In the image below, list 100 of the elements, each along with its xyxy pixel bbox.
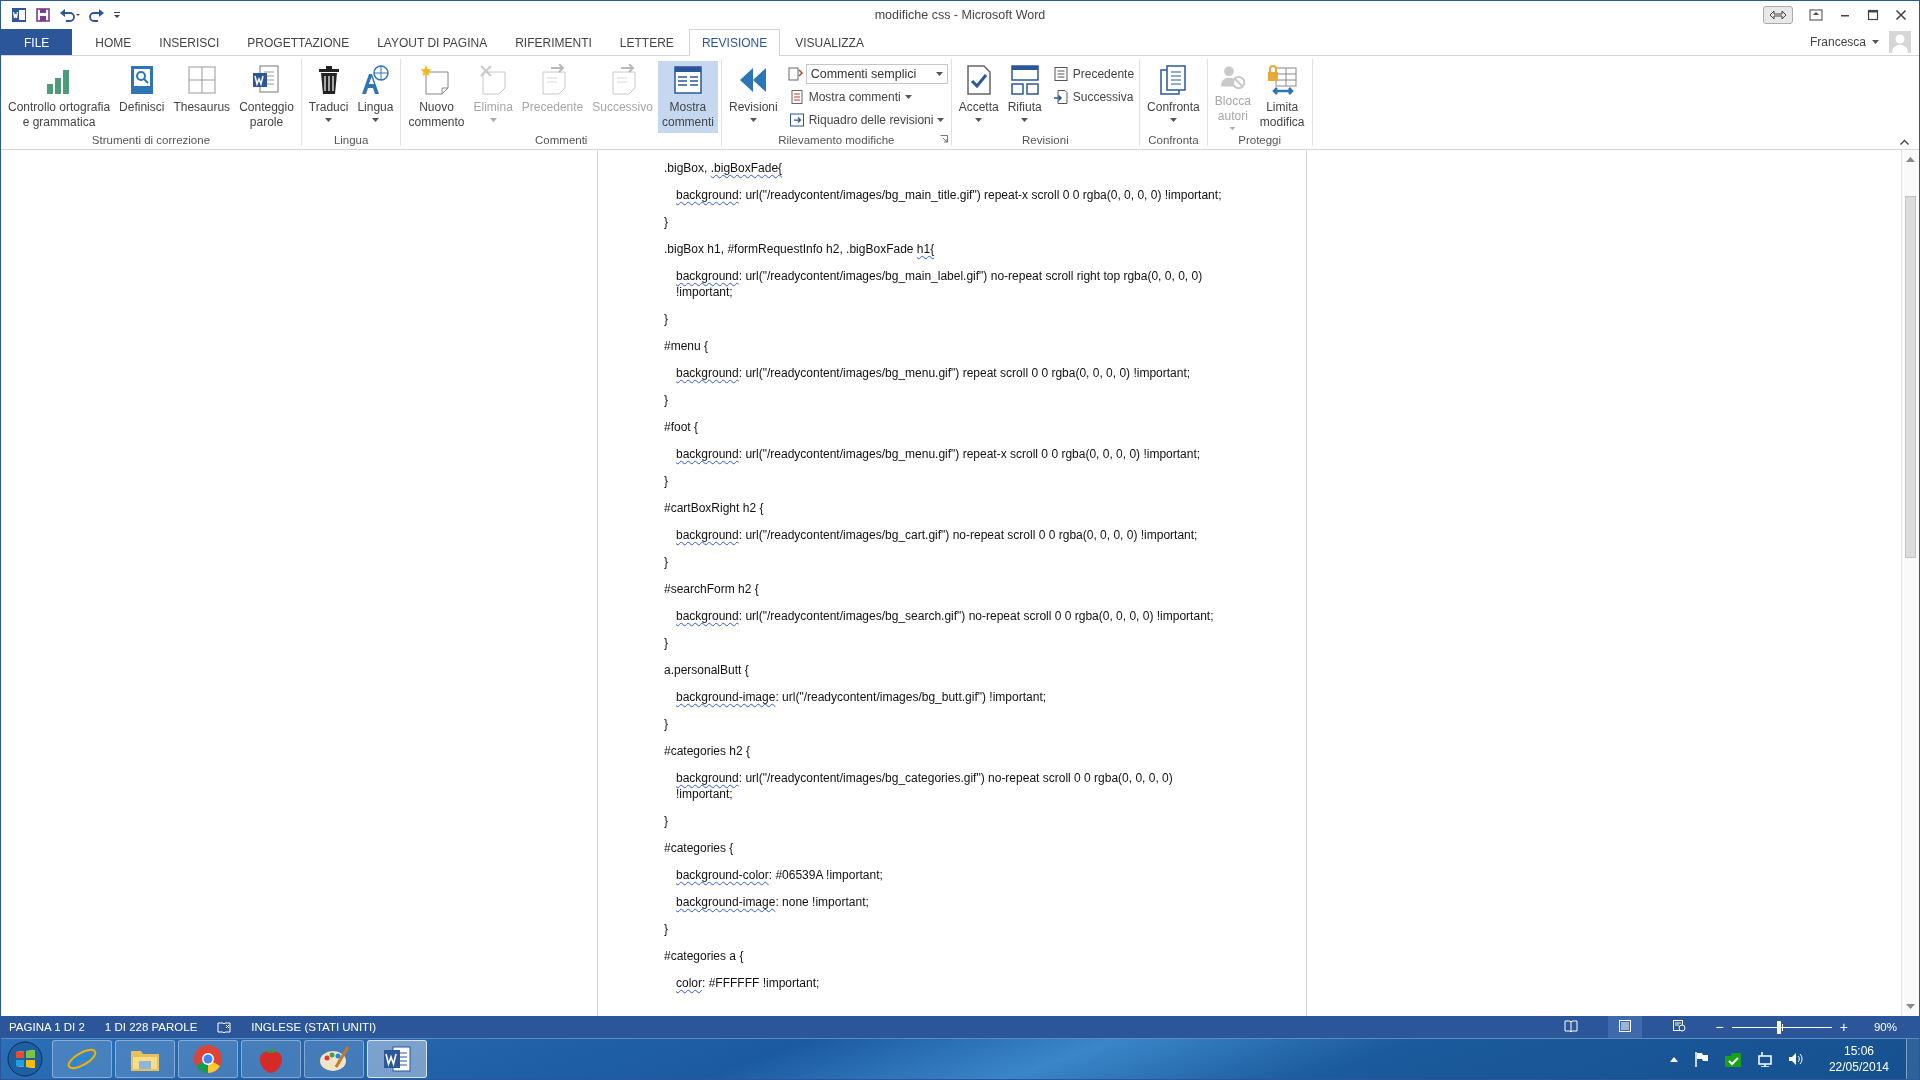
document-paragraph: background-color: #06539A !important; [675, 867, 884, 883]
ribbon-tab[interactable]: VISUALIZZA [782, 29, 877, 55]
tray-expand-icon[interactable] [1669, 1056, 1678, 1062]
document-paragraph: #searchForm h2 { [664, 581, 760, 597]
group-label: Confronta [1148, 133, 1199, 146]
ribbon-button[interactable]: Rifiuta [1003, 61, 1046, 133]
ribbon-options-icon[interactable] [1809, 9, 1823, 21]
zoom-out-button[interactable]: − [1715, 1019, 1724, 1035]
ribbon-button[interactable]: Traduci [304, 61, 353, 133]
document-paragraph: background: url("/readycontent/images/bg_categories.gif") no-repeat scroll 0 0 rgba(0, 0, 0, 0) !important; [675, 770, 1174, 802]
group-label: Commenti [535, 133, 588, 146]
letter-globe-icon [359, 64, 392, 96]
document-paragraph: } [664, 921, 669, 937]
touch-mode-button[interactable] [1763, 6, 1793, 24]
network-icon[interactable] [1756, 1051, 1773, 1067]
ribbon-small-button[interactable]: Successiva [1050, 87, 1137, 107]
group-label: Proteggi [1238, 133, 1282, 146]
ribbon-button[interactable]: Nuovo commento [404, 61, 469, 133]
group-label: Lingua [333, 133, 369, 146]
caret-icon [1229, 126, 1237, 130]
ribbon-tab[interactable]: REVISIONE [688, 29, 781, 56]
group-label: Revisioni [1022, 133, 1069, 146]
clock-time[interactable]: 15:06 [1843, 1044, 1874, 1058]
ribbon-small-button[interactable]: Precedente [1050, 64, 1137, 84]
taskbar-app-button[interactable] [115, 1040, 175, 1078]
scroll-thumb[interactable] [1905, 196, 1916, 558]
user-name[interactable]: Francesca [1809, 35, 1866, 49]
ribbon-tab[interactable]: RIFERIMENTI [502, 29, 605, 55]
customize-caret-icon[interactable] [113, 10, 121, 20]
ribbon-button[interactable]: Lingua [353, 61, 398, 133]
save-icon[interactable] [35, 7, 51, 23]
ribbon-button[interactable]: Definisci [115, 61, 169, 133]
ribbon-button[interactable]: Confronta [1143, 61, 1204, 133]
document-paragraph: } [664, 813, 669, 829]
ribbon-small-button[interactable]: Mostra commenti [786, 87, 948, 107]
ribbon-button[interactable]: Accetta [954, 61, 1003, 133]
resize-arrows-icon [1768, 10, 1788, 20]
document-paragraph: #foot { [664, 419, 700, 435]
group-label: Strumenti di correzione [91, 133, 211, 146]
caret-icon [1169, 118, 1177, 122]
document-paragraph: #categories h2 { [664, 743, 752, 759]
document-paragraph: background: url("/readycontent/images/bg_search.gif") no-repeat scroll 0 0 rgba(0, 0, 0, 0) !important; [675, 608, 1215, 624]
ribbon-button[interactable]: Revisioni [724, 61, 782, 133]
zoom-slider-thumb[interactable] [1776, 1020, 1781, 1034]
start-orb-icon[interactable] [7, 1041, 43, 1077]
caret-icon [749, 118, 757, 122]
ribbon-small-button[interactable]: Riquadro delle revisioni [786, 110, 948, 130]
book-view-icon [1563, 1019, 1578, 1032]
document-paragraph: } [664, 716, 669, 732]
volume-icon[interactable] [1787, 1051, 1804, 1067]
ribbon-button[interactable]: Limita modifica [1255, 61, 1309, 133]
ribbon-button[interactable]: Controllo ortografia e grammatica [4, 61, 115, 133]
clock-date[interactable]: 22/05/2014 [1828, 1060, 1889, 1074]
taskbar-app-button[interactable] [178, 1040, 238, 1078]
ribbon-tab[interactable]: LAYOUT DI PAGINA [364, 29, 501, 55]
page-count[interactable]: PAGINA 1 DI 2 [9, 1021, 85, 1033]
web-view-icon [1671, 1019, 1686, 1032]
document-paragraph: #menu { [664, 338, 710, 354]
taskbar-app-button[interactable] [367, 1040, 427, 1078]
word-logo-icon[interactable] [11, 7, 27, 23]
document-paragraph: } [664, 214, 669, 230]
caret-icon [975, 118, 983, 122]
language-indicator[interactable]: INGLESE (STATI UNITI) [251, 1021, 377, 1033]
lock-table-icon [1266, 64, 1299, 96]
document-paragraph: } [664, 635, 669, 651]
close-icon[interactable] [1895, 9, 1907, 21]
vertical-scrollbar[interactable] [1901, 150, 1919, 1016]
flag-icon[interactable] [1692, 1051, 1709, 1067]
group-label: Rilevamento modifiche [778, 133, 895, 146]
ribbon-button[interactable]: Mostra commenti [657, 61, 718, 133]
collapse-ribbon-icon[interactable] [1900, 139, 1909, 145]
taskbar-app-button[interactable] [304, 1040, 364, 1078]
ribbon-tab[interactable]: LETTERE [606, 29, 687, 55]
scroll-down-icon[interactable] [1906, 1004, 1915, 1010]
document-paragraph: #categories { [664, 840, 735, 856]
dialog-launcher-icon[interactable] [939, 135, 948, 143]
zoom-in-button[interactable]: + [1839, 1019, 1848, 1035]
document-paragraph: } [664, 554, 669, 570]
grid-icon [185, 64, 218, 96]
caret-icon[interactable] [1872, 40, 1879, 44]
ribbon-tab[interactable]: INSERISCI [146, 29, 233, 55]
scroll-up-icon[interactable] [1906, 156, 1915, 162]
document-paragraph: #categories a { [664, 948, 745, 964]
markup-dropdown[interactable]: Commenti semplici [805, 64, 948, 84]
undo-icon[interactable] [59, 7, 81, 23]
view-button[interactable] [1607, 1016, 1642, 1038]
sync-check-icon[interactable] [1723, 1050, 1742, 1068]
redo-icon[interactable] [89, 7, 105, 23]
ribbon-button[interactable]: Thesaurus [169, 61, 235, 133]
file-tab[interactable]: FILE [1, 29, 73, 55]
ribbon-tab[interactable]: HOME [82, 29, 145, 55]
maximize-icon[interactable] [1867, 9, 1879, 21]
ribbon-tab[interactable]: PROGETTAZIONE [234, 29, 363, 55]
ribbon-button[interactable]: Conteggio parole [235, 61, 298, 133]
document-paragraph: .bigBox h1, #formRequestInfo h2, .bigBoxFade h1{ [664, 241, 936, 257]
word-count[interactable]: 1 DI 228 PAROLE [104, 1021, 198, 1033]
zoom-level[interactable]: 90% [1873, 1021, 1897, 1033]
proofing-book-icon[interactable] [217, 1021, 232, 1033]
document-paragraph: #cartBoxRight h2 { [664, 500, 765, 516]
document-paragraph: a.personalButt { [664, 662, 750, 678]
